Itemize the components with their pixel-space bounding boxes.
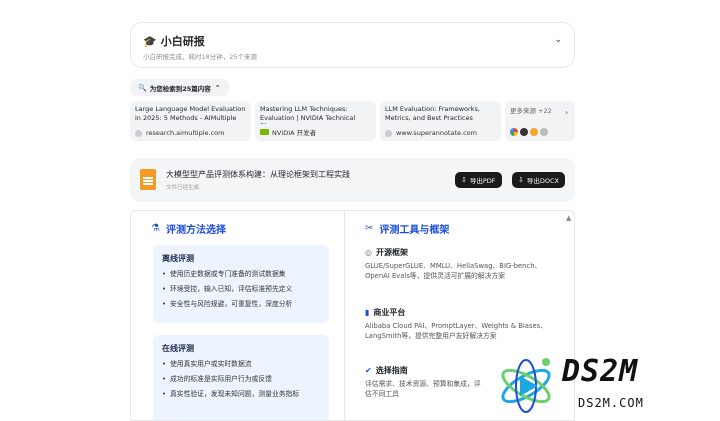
list-item: 环境受控，输入已知，评估标准预先定义 bbox=[162, 285, 320, 294]
offline-eval-box: 离线评测 使用历史数据或专门准备的测试数据集 环境受控，输入已知，评估标准预先定… bbox=[153, 245, 329, 323]
commercial-title-row: ▮ 商业平台 bbox=[365, 307, 555, 318]
guide-title: 选择指南 bbox=[375, 366, 408, 375]
online-eval-title: 在线评测 bbox=[162, 344, 194, 353]
source-domain-row: www.superannotate.com bbox=[385, 129, 477, 137]
source-domain-row: research.aimultiple.com bbox=[135, 129, 224, 137]
search-results-toggle[interactable]: 🔍 为您检索到25篇内容 ⌃ bbox=[130, 79, 229, 96]
section-heading-text: 评测工具与框架 bbox=[379, 225, 450, 236]
nvidia-logo-icon bbox=[260, 129, 269, 135]
source-title: Large Language Model Evaluation in 2025:… bbox=[135, 105, 246, 122]
document-title: 大模型型产品评测体系构建：从理论框架到工程实践 bbox=[166, 170, 350, 179]
source-domain: research.aimultiple.com bbox=[146, 129, 225, 137]
evaluation-methods-column: ⚗ 评测方法选择 离线评测 使用历史数据或专门准备的测试数据集 环境受控，输入已… bbox=[141, 211, 341, 420]
google-icon bbox=[510, 128, 518, 136]
section-heading-text: 评测方法选择 bbox=[165, 225, 226, 236]
open-source-desc: GLUE/SuperGLUE、MMLU、HellaSwag、BIG-bench、… bbox=[365, 262, 542, 280]
source-card[interactable]: LLM Evaluation: Frameworks, Metrics, and… bbox=[380, 101, 501, 141]
open-source-item: ◎ 开源框架 GLUE/SuperGLUE、MMLU、HellaSwag、BIG… bbox=[365, 247, 555, 281]
document-icon bbox=[140, 169, 156, 190]
building-icon: ▮ bbox=[365, 308, 370, 317]
list-item: 成功的标准是实际用户行为或反馈 bbox=[162, 375, 320, 384]
flask-icon: ⚗ bbox=[151, 223, 160, 234]
site-favicon-icon bbox=[540, 128, 548, 136]
open-source-title: 开源框架 bbox=[375, 248, 408, 257]
open-source-title-row: ◎ 开源框架 bbox=[365, 247, 555, 258]
section-heading: ⚗ 评测方法选择 bbox=[151, 221, 226, 236]
site-favicon-icon bbox=[530, 128, 538, 136]
list-item: 真实性验证，发现未知问题，测量业务指标 bbox=[162, 390, 320, 399]
watermark-logo: DS2M DS2M.COM bbox=[494, 352, 704, 416]
column-divider bbox=[344, 211, 345, 420]
source-card[interactable]: Mastering LLM Techniques: Evaluation | N… bbox=[255, 101, 376, 141]
atom-logo-icon bbox=[501, 358, 551, 413]
more-sources-favicons bbox=[510, 128, 548, 136]
commercial-title: 商业平台 bbox=[373, 308, 406, 317]
download-icon: ⇩ bbox=[461, 176, 467, 184]
chevron-down-icon[interactable]: ⌄ bbox=[554, 35, 562, 45]
more-sources-card[interactable]: 更多来源 +22 bbox=[505, 101, 575, 141]
chevron-up-icon: ⌃ bbox=[214, 83, 221, 92]
search-results-label: 为您检索到25篇内容 bbox=[149, 84, 211, 93]
download-icon: ⇩ bbox=[518, 176, 524, 184]
export-pdf-label: 导出PDF bbox=[469, 177, 496, 185]
list-item: 使用历史数据或专门准备的测试数据集 bbox=[162, 270, 320, 279]
source-domain: www.superannotate.com bbox=[396, 129, 477, 137]
site-favicon-icon bbox=[135, 129, 142, 137]
source-domain-row: NVIDIA 开发者 bbox=[260, 127, 316, 137]
export-docx-label: 导出DOCX bbox=[526, 177, 559, 185]
report-title: 小白研报 bbox=[160, 35, 205, 48]
graduation-cap-icon: 🎓 bbox=[143, 34, 157, 48]
section-heading: ✂ 评测工具与框架 bbox=[365, 221, 449, 236]
list-item: 安全性与风险规避，可重复性，深度分析 bbox=[162, 300, 320, 309]
source-card[interactable]: Large Language Model Evaluation in 2025:… bbox=[130, 101, 251, 141]
site-favicon-icon bbox=[520, 128, 528, 136]
source-title: LLM Evaluation: Frameworks, Metrics, and… bbox=[385, 105, 480, 122]
commercial-item: ▮ 商业平台 Alibaba Cloud PAI、PromptLayer、Wei… bbox=[365, 307, 555, 341]
github-icon: ◎ bbox=[365, 248, 372, 257]
check-circle-icon: ✔ bbox=[365, 366, 372, 375]
tools-icon: ✂ bbox=[365, 223, 374, 234]
document-card[interactable]: 大模型型产品评测体系构建：从理论框架到工程实践 文件已经生成 ⇩ 导出PDF ⇩… bbox=[130, 158, 575, 202]
online-eval-box: 在线评测 使用真实用户或实时数据流 成功的标准是实际用户行为或反馈 真实性验证，… bbox=[153, 335, 329, 420]
guide-desc: 评估需求、技术资源、预算和集成，评估不同工具 bbox=[365, 380, 481, 398]
scroll-up-icon[interactable]: ▲ bbox=[566, 214, 571, 222]
report-subtitle: 小白研报完成，耗时18分钟，25个来源 bbox=[143, 53, 258, 61]
site-favicon-icon bbox=[385, 129, 392, 137]
list-item: 使用真实用户或实时数据流 bbox=[162, 360, 320, 369]
report-header-card[interactable]: 🎓 小白研报 小白研报完成，耗时18分钟，25个来源 ⌄ bbox=[130, 22, 575, 68]
document-status: 文件已经生成 bbox=[166, 185, 200, 191]
offline-eval-title: 离线评测 bbox=[162, 254, 194, 263]
search-icon: 🔍 bbox=[138, 83, 147, 92]
export-docx-button[interactable]: ⇩ 导出DOCX bbox=[512, 172, 565, 188]
watermark-subtext: DS2M.COM bbox=[578, 396, 644, 410]
sources-row: Large Language Model Evaluation in 2025:… bbox=[130, 101, 575, 141]
more-sources-label: 更多来源 +22 bbox=[510, 107, 552, 115]
header-title-row: 🎓 小白研报 bbox=[143, 33, 205, 49]
source-title: Mastering LLM Techniques: Evaluation | N… bbox=[260, 105, 356, 124]
commercial-desc: Alibaba Cloud PAI、PromptLayer、Weights & … bbox=[365, 322, 547, 340]
chevron-right-icon[interactable]: › bbox=[565, 108, 568, 117]
source-domain: NVIDIA 开发者 bbox=[272, 129, 317, 137]
watermark-text: DS2M bbox=[562, 354, 639, 389]
export-pdf-button[interactable]: ⇩ 导出PDF bbox=[455, 172, 502, 188]
